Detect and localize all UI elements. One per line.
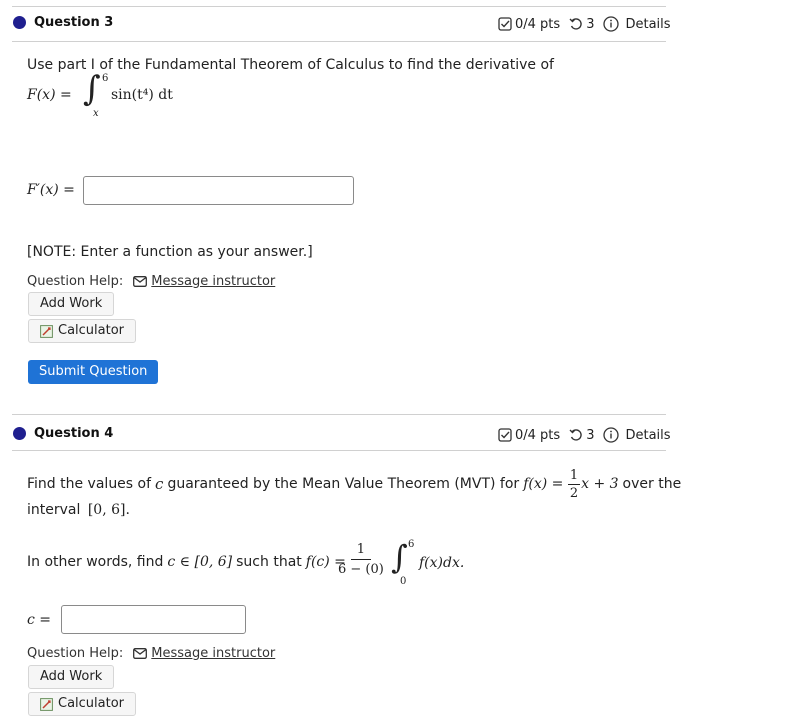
q4-add-work-button[interactable]: Add Work xyxy=(28,665,115,689)
q4-f-of-x: f(x) = xyxy=(523,476,568,492)
q3-message-label: Message instructor xyxy=(151,274,276,289)
retry-icon xyxy=(569,429,582,441)
q4-integral-sign: ∫ xyxy=(391,538,408,576)
q3-details-label: Details xyxy=(625,16,671,32)
q4-details-label: Details xyxy=(625,427,671,443)
q4-help-label: Question Help: xyxy=(27,646,124,661)
q4-message-label: Message instructor xyxy=(151,646,276,661)
q4-mvt-fraction: 1 6 − (0) xyxy=(338,543,384,576)
q3-prompt: Use part I of the Fundamental Theorem of… xyxy=(27,57,554,73)
q4-interval: [0, 6]. xyxy=(87,502,130,518)
q4-such-that: such that xyxy=(236,554,302,570)
q3-title: Question 3 xyxy=(34,15,114,30)
q3-points: 0/4 pts xyxy=(515,16,561,32)
q4-prompt-part2: guaranteed by the Mean Value Theorem (MV… xyxy=(167,476,520,492)
q3-integral-lower: x xyxy=(93,108,99,119)
checkbox-icon xyxy=(498,17,512,31)
q4-over-the: over the xyxy=(622,476,682,492)
q4-other-words: In other words, find xyxy=(27,554,164,570)
q4-calculator-label: Calculator xyxy=(58,696,125,711)
calculator-icon xyxy=(40,697,53,711)
q4-var-c: c xyxy=(155,475,164,493)
q4-details-link[interactable]: Details xyxy=(603,427,671,443)
q4-mvt-integrand: f(x)dx. xyxy=(419,555,465,571)
q3-calculator-button[interactable]: Calculator xyxy=(28,319,137,343)
q4-mvt-line: In other words, find c ∈ [0, 6] such tha… xyxy=(27,538,497,590)
q4-calculator-button[interactable]: Calculator xyxy=(28,692,137,716)
q4-frac-num: 1 xyxy=(567,467,581,485)
q4-points: 0/4 pts xyxy=(515,427,561,443)
q3-help-label: Question Help: xyxy=(27,274,124,289)
checkbox-icon xyxy=(498,428,512,442)
q4-mvt-num: 1 xyxy=(350,543,372,560)
info-icon xyxy=(603,427,620,443)
q4-c-in: c ∈ [0, 6] xyxy=(167,554,233,570)
q3-header-divider xyxy=(12,41,666,42)
q4-interval-label: interval xyxy=(27,502,81,518)
q3-integral-upper: 6 xyxy=(102,73,109,84)
q4-status-dot xyxy=(13,427,26,440)
q4-int-upper: 6 xyxy=(408,539,415,550)
q3-integral-sign: ∫ xyxy=(83,69,101,109)
q4-prompt-line2: interval [0, 6]. xyxy=(27,502,130,518)
q3-status-dot xyxy=(13,16,26,29)
q4-prompt-line1: Find the values of c guaranteed by the M… xyxy=(27,466,681,502)
info-icon xyxy=(603,16,620,32)
q4-fraction: 1 2 xyxy=(567,467,581,501)
q3-calculator-label: Calculator xyxy=(58,323,125,338)
q3-function-lhs: F(x) = xyxy=(27,87,77,103)
q4-meta: 0/4 pts 3 Details xyxy=(498,427,671,443)
q4-prompt-part1: Find the values of xyxy=(27,476,152,492)
q4-answer-input[interactable] xyxy=(61,605,246,634)
q4-mvt-den: 6 − (0) xyxy=(338,562,384,577)
q3-add-work-button[interactable]: Add Work xyxy=(28,292,115,316)
q4-title: Question 4 xyxy=(34,426,114,441)
mail-icon xyxy=(133,276,148,287)
q3-add-work-label: Add Work xyxy=(40,296,103,311)
q3-question-help: Question Help: Message instructor xyxy=(27,274,275,289)
q4-question-help: Question Help: Message instructor xyxy=(27,646,275,661)
q4-int-lower: 0 xyxy=(400,576,407,587)
q3-attempts: 3 xyxy=(586,16,595,32)
q4-frac-den: 2 xyxy=(569,485,579,501)
q3-integrand: sin(t⁴) dt xyxy=(111,87,173,103)
q3-details-link[interactable]: Details xyxy=(603,16,671,32)
q4-header-divider xyxy=(12,450,666,451)
q3-answer-input[interactable] xyxy=(83,176,354,205)
q4-add-work-label: Add Work xyxy=(40,669,103,684)
retry-icon xyxy=(569,18,582,30)
q4-attempts: 3 xyxy=(586,427,595,443)
q3-function-expression: F(x) = ∫ 6 x sin(t⁴) dt xyxy=(27,72,277,120)
q3-answer-label: F′(x) = xyxy=(27,182,75,198)
q3-top-divider xyxy=(12,6,666,7)
q3-note: [NOTE: Enter a function as your answer.] xyxy=(27,244,313,260)
q3-message-instructor-link[interactable]: Message instructor xyxy=(133,274,275,289)
calculator-icon xyxy=(40,324,53,338)
q3-submit-button[interactable]: Submit Question xyxy=(28,360,159,384)
q4-top-divider xyxy=(12,414,666,415)
q4-message-instructor-link[interactable]: Message instructor xyxy=(133,646,275,661)
q4-f-rest: x + 3 xyxy=(581,476,619,492)
q3-meta: 0/4 pts 3 Details xyxy=(498,16,671,32)
mail-icon xyxy=(133,648,148,659)
q4-answer-label: c = xyxy=(27,612,52,628)
